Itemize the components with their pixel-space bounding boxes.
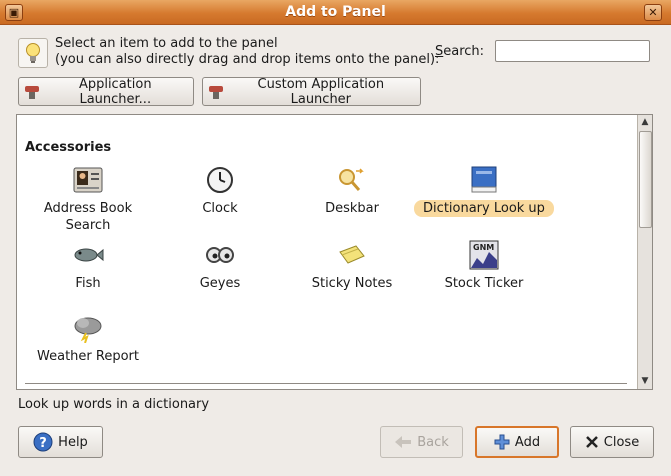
item-label: Fish — [75, 276, 101, 291]
item-description: Look up words in a dictionary — [18, 397, 210, 412]
instruction-text: Select an item to add to the panel (you … — [55, 36, 440, 67]
add-label: Add — [514, 434, 541, 450]
scroll-up-arrow-icon[interactable]: ▲ — [638, 115, 652, 130]
search-label-rest: earch: — [443, 44, 485, 59]
svg-text:GNM: GNM — [473, 243, 494, 252]
help-button[interactable]: ? Help — [18, 426, 103, 458]
search-input[interactable] — [495, 40, 650, 62]
close-button[interactable]: Close — [570, 426, 654, 458]
close-label: Close — [603, 434, 640, 450]
item-label: Geyes — [199, 276, 241, 291]
close-icon — [585, 436, 598, 448]
item-label: Deskbar — [325, 201, 379, 216]
application-launcher-label: Application Launcher... — [78, 76, 152, 107]
launcher-icon — [209, 85, 223, 99]
list-item-sticky-notes[interactable]: Sticky Notes — [282, 238, 422, 292]
scrollbar-thumb[interactable] — [639, 131, 652, 228]
add-button[interactable]: Add — [475, 426, 559, 458]
item-label: Address Book Search — [43, 201, 133, 233]
back-button[interactable]: Back — [380, 426, 463, 458]
title-bar: ▣ Add to Panel ✕ — [0, 0, 671, 25]
section-heading: Accessories — [25, 140, 112, 155]
scroll-down-arrow-icon[interactable]: ▼ — [638, 374, 652, 389]
search-label: Search: — [435, 44, 484, 59]
deskbar-icon — [335, 163, 369, 197]
list-item-clock[interactable]: Clock — [150, 163, 290, 217]
weather-icon — [71, 311, 105, 345]
list-separator — [25, 383, 627, 384]
item-label: Clock — [202, 201, 238, 216]
item-label: Dictionary Look up — [414, 200, 554, 217]
window-close-button[interactable]: ✕ — [644, 4, 662, 21]
custom-application-launcher-button[interactable]: Custom Application Launcher — [202, 76, 421, 107]
svg-text:?: ? — [39, 436, 47, 451]
help-icon: ? — [33, 432, 53, 452]
plus-icon — [494, 434, 510, 450]
stock-ticker-icon: GNM — [467, 238, 501, 272]
list-item-dictionary-look-up[interactable]: Dictionary Look up — [414, 163, 554, 217]
application-launcher-button[interactable]: Application Launcher... — [18, 76, 194, 107]
clock-icon — [203, 163, 237, 197]
geyes-icon — [203, 238, 237, 272]
lightbulb-icon — [18, 38, 48, 68]
list-item-fish[interactable]: Fish — [18, 238, 158, 292]
item-label: Stock Ticker — [444, 276, 524, 291]
list-item-address-book-search[interactable]: Address Book Search — [18, 163, 158, 234]
launcher-icon — [25, 85, 39, 99]
back-arrow-icon — [395, 436, 412, 448]
list-item-stock-ticker[interactable]: GNM Stock Ticker — [414, 238, 554, 292]
vertical-scrollbar[interactable]: ▲ ▼ — [637, 115, 652, 389]
address-book-icon — [71, 163, 105, 197]
back-label: Back — [417, 434, 449, 450]
list-item-deskbar[interactable]: Deskbar — [282, 163, 422, 217]
item-label: Weather Report — [37, 349, 139, 364]
dictionary-icon — [467, 163, 501, 197]
list-item-weather-report[interactable]: Weather Report — [18, 311, 158, 365]
window-title: Add to Panel — [285, 4, 386, 20]
fish-icon — [71, 238, 105, 272]
item-label: Sticky Notes — [311, 276, 393, 291]
help-label: Help — [58, 434, 88, 450]
list-item-geyes[interactable]: Geyes — [150, 238, 290, 292]
sticky-notes-icon — [335, 238, 369, 272]
applet-list[interactable]: Accessories Address Book Search Clock De… — [16, 114, 653, 390]
custom-application-launcher-label: Custom Application Launcher — [257, 76, 385, 107]
